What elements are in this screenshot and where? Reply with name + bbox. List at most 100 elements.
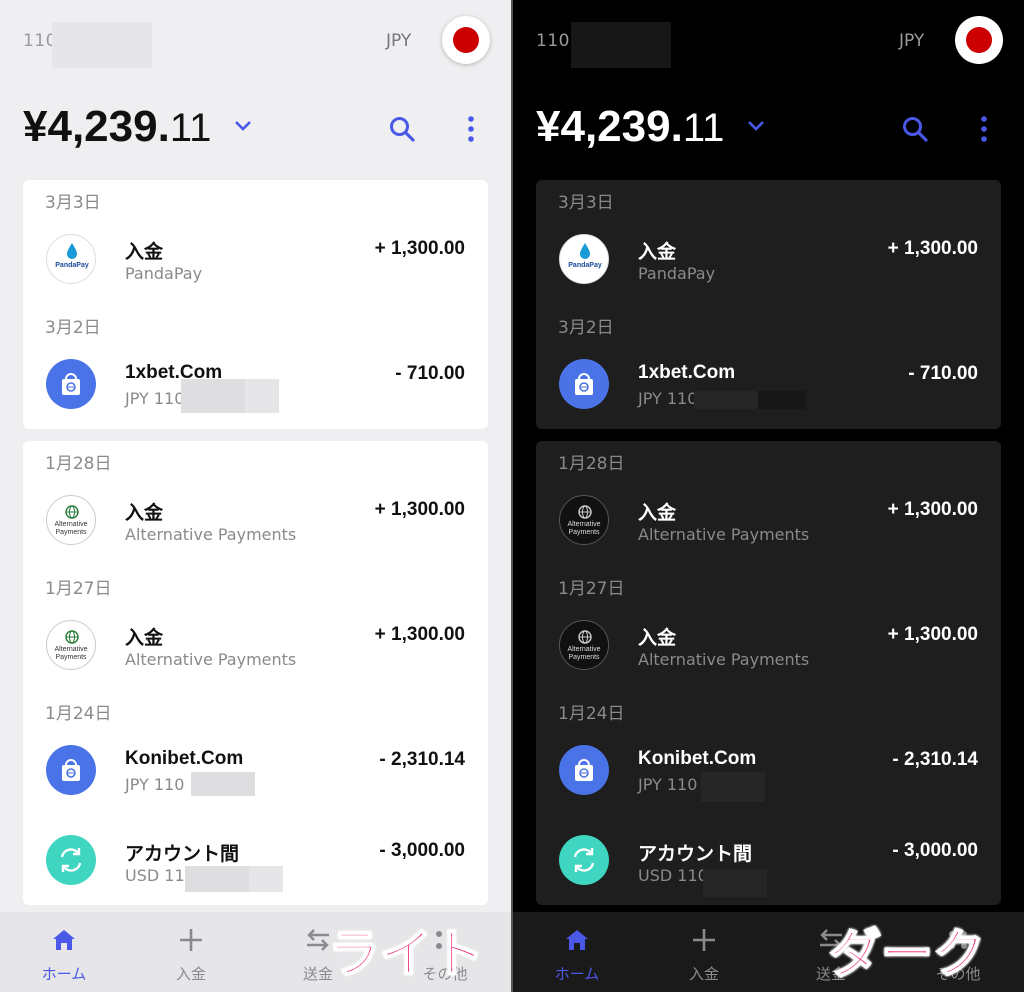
balance-decimals: 11 — [169, 106, 212, 150]
redaction-box — [571, 22, 671, 68]
transaction-group-card: 1月28日 Alternative Payments 入金 Alternativ… — [536, 441, 1001, 905]
redaction-box — [185, 866, 249, 892]
balance-amount: ¥4,239.11 — [23, 102, 211, 152]
balance-amount: ¥4,239.11 — [536, 102, 724, 152]
date-header: 1月27日 — [45, 579, 112, 599]
date-header: 1月24日 — [45, 704, 112, 724]
alternative-payments-logo-text: Alternative Payments — [567, 521, 601, 536]
alternative-payments-logo-icon: Alternative Payments — [46, 620, 96, 670]
alternative-payments-logo-icon: Alternative Payments — [559, 495, 609, 545]
shopping-bag-icon — [46, 745, 96, 795]
transaction-subtitle: PandaPay — [125, 264, 203, 283]
currency-code[interactable]: JPY — [899, 31, 924, 51]
japan-flag-icon[interactable] — [955, 16, 1003, 64]
redaction-box — [181, 379, 245, 413]
transaction-title: 入金 — [125, 628, 164, 649]
redaction-box — [703, 869, 767, 897]
more-vertical-icon[interactable] — [974, 113, 994, 145]
chevron-down-icon[interactable] — [745, 117, 767, 133]
home-icon — [566, 930, 588, 950]
balance-main: ¥4,239. — [23, 102, 170, 151]
date-header: 3月2日 — [558, 318, 614, 338]
nav-deposit-label: 入金 — [688, 965, 719, 983]
alternative-payments-logo-text: Alternative Payments — [54, 521, 88, 536]
transaction-amount: - 710.00 — [908, 363, 978, 384]
transaction-amount: + 1,300.00 — [887, 238, 978, 259]
alternative-payments-logo-icon: Alternative Payments — [559, 620, 609, 670]
transaction-group-card: 3月3日 PandaPay 入金 PandaPay + 1,300.00 3月2… — [23, 180, 488, 429]
alternative-payments-logo-icon: Alternative Payments — [46, 495, 96, 545]
redaction-box — [245, 379, 279, 413]
transaction-amount: + 1,300.00 — [887, 499, 978, 520]
transaction-title: アカウント間 — [638, 844, 753, 865]
balance-decimals: 11 — [682, 106, 725, 150]
nav-deposit[interactable]: 入金 — [141, 912, 241, 992]
plus-icon — [693, 929, 715, 951]
transaction-subtitle: Alternative Payments — [125, 525, 297, 544]
date-header: 1月27日 — [558, 579, 625, 599]
transaction-subtitle: JPY 110 — [638, 775, 698, 794]
search-icon[interactable] — [388, 115, 416, 143]
transaction-amount: - 3,000.00 — [379, 840, 465, 861]
transaction-title: 入金 — [638, 503, 677, 524]
transaction-subtitle: USD 110 — [638, 866, 708, 885]
date-header: 1月28日 — [45, 454, 112, 474]
shopping-bag-icon — [559, 359, 609, 409]
transaction-group-card: 3月3日 PandaPay 入金 PandaPay + 1,300.00 3月2… — [536, 180, 1001, 429]
transaction-amount: + 1,300.00 — [374, 624, 465, 645]
transaction-amount: + 1,300.00 — [887, 624, 978, 645]
transaction-group-card: 1月28日 Alternative Payments 入金 Alternativ… — [23, 441, 488, 905]
alternative-payments-logo-text: Alternative Payments — [567, 646, 601, 661]
transaction-title: 入金 — [638, 628, 677, 649]
transfer-arrows-icon — [559, 835, 609, 885]
alternative-payments-logo-text: Alternative Payments — [54, 646, 88, 661]
nav-home[interactable]: ホーム — [14, 912, 114, 992]
japan-flag-icon[interactable] — [442, 16, 490, 64]
date-header: 1月28日 — [558, 454, 625, 474]
transaction-amount: + 1,300.00 — [374, 499, 465, 520]
chevron-down-icon[interactable] — [232, 117, 254, 133]
transaction-subtitle: Alternative Payments — [638, 525, 810, 544]
date-header: 3月3日 — [558, 193, 614, 213]
nav-deposit[interactable]: 入金 — [654, 912, 754, 992]
nav-home[interactable]: ホーム — [527, 912, 627, 992]
redaction-box — [52, 22, 152, 68]
dark-theme-panel: 110 JPY ¥4,239.11 3月3日 PandaPay 入金 Panda… — [513, 0, 1024, 992]
redaction-box — [249, 866, 283, 892]
transaction-subtitle: Alternative Payments — [125, 650, 297, 669]
transaction-title: Konibet.Com — [638, 748, 757, 769]
transaction-subtitle: JPY 110 — [125, 389, 185, 408]
date-header: 3月3日 — [45, 193, 101, 213]
currency-code[interactable]: JPY — [386, 31, 411, 51]
date-header: 3月2日 — [45, 318, 101, 338]
light-theme-overlay-label: ライト — [327, 924, 485, 986]
transaction-title: 1xbet.Com — [638, 362, 736, 383]
pandapay-logo-icon: PandaPay — [46, 234, 96, 284]
redaction-box — [758, 391, 806, 409]
shopping-bag-icon — [559, 745, 609, 795]
redaction-box — [694, 391, 758, 409]
light-theme-panel: 110 JPY ¥4,239.11 3月3日 PandaPay 入金 Panda… — [0, 0, 512, 992]
search-icon[interactable] — [901, 115, 929, 143]
transaction-amount: - 710.00 — [395, 363, 465, 384]
account-number: 110 — [536, 31, 570, 51]
dark-theme-overlay-label: ダーク — [828, 924, 986, 986]
transaction-title: 入金 — [125, 503, 164, 524]
transaction-title: アカウント間 — [125, 844, 240, 865]
pandapay-logo-text: PandaPay — [568, 262, 602, 269]
transaction-title: 入金 — [638, 242, 677, 263]
transfer-arrows-icon — [46, 835, 96, 885]
home-icon — [53, 930, 75, 950]
transaction-amount: - 3,000.00 — [892, 840, 978, 861]
transaction-subtitle: Alternative Payments — [638, 650, 810, 669]
more-vertical-icon[interactable] — [461, 113, 481, 145]
nav-home-label: ホーム — [554, 965, 600, 983]
redaction-box — [701, 772, 765, 802]
transaction-subtitle: PandaPay — [638, 264, 716, 283]
transaction-amount: + 1,300.00 — [374, 238, 465, 259]
balance-main: ¥4,239. — [536, 102, 683, 151]
plus-icon — [180, 929, 202, 951]
transaction-subtitle: JPY 110 — [125, 775, 185, 794]
transaction-title: 入金 — [125, 242, 164, 263]
date-header: 1月24日 — [558, 704, 625, 724]
